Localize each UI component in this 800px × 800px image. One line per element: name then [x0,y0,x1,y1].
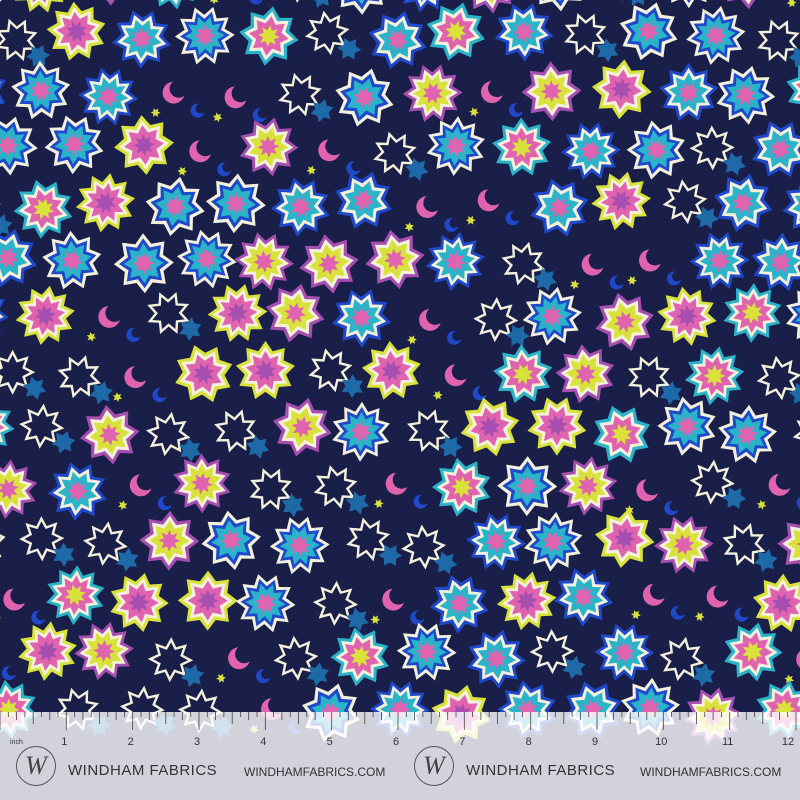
crescent-moon-icon [231,84,250,103]
crescent-moon-icon [713,583,732,602]
ruler: inch 1 2 3 4 5 6 7 8 9 10 11 12 [0,712,800,800]
crescent-moon-icon [257,108,268,119]
crescent-moon-icon [588,251,607,270]
ruler-number: 10 [655,736,668,748]
crescent-moon-icon [10,586,29,605]
crescent-moon-icon [235,645,254,664]
ruler-number: 12 [781,736,795,748]
crescent-moon-icon [672,271,683,282]
ruler-number: 6 [392,736,400,748]
crescent-moon-icon [484,187,503,206]
crescent-moon-icon [426,306,445,325]
crescent-moon-icon [643,477,662,496]
crescent-moon-icon [157,388,168,399]
fabric-pattern [0,0,800,800]
crescent-moon-icon [451,362,470,381]
crescent-moon-icon [775,471,794,490]
brand-name-right: WINDHAM FABRICS [466,762,616,779]
ruler-number: 7 [459,736,466,748]
crescent-moon-icon [195,103,206,114]
crescent-moon-icon [131,364,150,383]
crescent-moon-icon [646,247,665,266]
crescent-moon-icon [418,494,429,505]
crescent-moon-icon [162,496,173,507]
crescent-moon-icon [131,327,142,338]
crescent-moon-icon [452,330,463,341]
ruler-number: 4 [260,736,267,748]
crescent-moon-icon [423,193,442,212]
crescent-moon-icon [510,211,521,222]
crescent-moon-icon [222,162,233,173]
crescent-moon-icon [415,610,426,621]
ruler-ticks [0,712,797,730]
brand-logo-icon: W [16,746,56,786]
ruler-number: 3 [193,736,201,748]
ruler-number: 11 [721,736,734,748]
crescent-moon-icon [261,669,272,680]
crescent-moon-icon [614,275,625,286]
ruler-number: 5 [326,736,333,748]
brand-url-right: WINDHAMFABRICS.COM [640,765,782,779]
ruler-unit-label: inch [10,739,23,746]
ruler-number: 2 [127,736,134,748]
crescent-moon-icon [351,161,362,172]
crescent-moon-icon [477,386,488,397]
crescent-moon-icon [488,79,507,98]
brand-url-left: WINDHAMFABRICS.COM [244,765,386,779]
crescent-moon-icon [669,501,680,512]
crescent-moon-icon [392,470,411,489]
crescent-moon-icon [105,303,124,322]
crescent-moon-icon [739,607,750,618]
crescent-moon-icon [196,138,215,157]
crescent-moon-icon [649,581,668,600]
crescent-moon-icon [514,103,525,114]
crescent-moon-icon [136,472,155,491]
crescent-moon-icon [6,666,17,677]
crescent-moon-icon [389,586,408,605]
ruler-number: 8 [525,736,532,748]
ruler-number: 9 [591,736,599,748]
crescent-moon-icon [325,137,344,156]
brand-logo-icon: W [414,746,454,786]
brand-name-left: WINDHAM FABRICS [68,762,218,779]
crescent-moon-icon [449,217,460,228]
crescent-moon-icon [675,605,686,616]
crescent-moon-icon [36,610,47,621]
fabric-swatch: inch 1 2 3 4 5 6 7 8 9 10 11 12 W WINDHAM FABRICS W… [0,0,800,800]
crescent-moon-icon [169,79,188,98]
ruler-number: 1 [61,736,68,748]
